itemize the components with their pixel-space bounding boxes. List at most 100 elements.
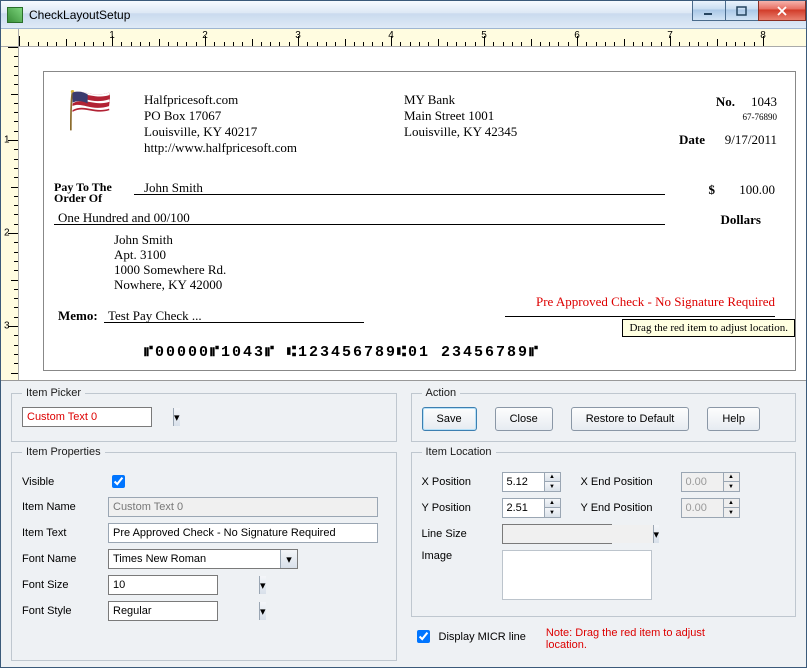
titlebar[interactable]: CheckLayoutSetup — [1, 1, 806, 29]
dollars-label: Dollars — [721, 212, 761, 228]
company-block: Halfpricesoft.com PO Box 17067 Louisvill… — [144, 92, 297, 156]
drag-tooltip: Drag the red item to adjust location. — [622, 319, 795, 337]
display-micr-checkbox-label[interactable]: Display MICR line — [413, 627, 526, 646]
company-addr2: Louisville, KY 40217 — [144, 124, 297, 140]
x-position-input[interactable] — [502, 472, 544, 492]
bank-name: MY Bank — [404, 92, 517, 108]
signature-line — [505, 316, 775, 317]
chevron-down-icon[interactable]: ▾ — [259, 576, 266, 594]
y-position-input[interactable] — [502, 498, 544, 518]
chevron-down-icon[interactable]: ▾ — [280, 550, 297, 568]
restore-default-button[interactable]: Restore to Default — [571, 407, 690, 431]
font-size-combo[interactable]: ▾ — [108, 575, 218, 595]
chevron-down-icon: ▾ — [653, 525, 660, 543]
payee-line — [134, 194, 665, 195]
app-window: CheckLayoutSetup 12345678 1234 — [0, 0, 807, 668]
font-size-label: Font Size — [22, 579, 108, 591]
close-action-button[interactable]: Close — [495, 407, 553, 431]
micr-options-row: Display MICR line Note: Drag the red ite… — [411, 621, 797, 661]
font-size-input[interactable] — [109, 576, 259, 594]
x-end-input — [681, 472, 723, 492]
line-size-input — [503, 525, 653, 543]
chevron-down-icon[interactable]: ▾ — [173, 408, 180, 426]
y-end-input — [681, 498, 723, 518]
item-picker-legend: Item Picker — [22, 387, 85, 399]
y-end-spinner: ▲▼ — [681, 498, 740, 518]
y-position-label: Y Position — [422, 502, 502, 514]
window-title: CheckLayoutSetup — [29, 8, 130, 22]
spin-up-icon[interactable]: ▲ — [545, 499, 560, 508]
action-legend: Action — [422, 387, 461, 399]
company-addr1: PO Box 17067 — [144, 108, 297, 124]
design-canvas[interactable]: Halfpricesoft.com PO Box 17067 Louisvill… — [19, 47, 806, 380]
x-position-label: X Position — [422, 476, 502, 488]
font-style-combo[interactable]: ▾ — [108, 601, 218, 621]
item-location-legend: Item Location — [422, 446, 496, 458]
line-size-label: Line Size — [422, 528, 502, 540]
y-end-label: Y End Position — [581, 502, 681, 514]
chevron-down-icon[interactable]: ▾ — [259, 602, 266, 620]
drag-note: Note: Drag the red item to adjust locati… — [546, 627, 726, 651]
fraction-code: 67-76890 — [743, 112, 778, 122]
company-url: http://www.halfpricesoft.com — [144, 140, 297, 156]
check-number: 1043 — [751, 94, 777, 110]
micr-line: ⑈00000⑈1043⑈ ⑆123456789⑆01 23456789⑈ — [144, 344, 540, 361]
y-position-spinner[interactable]: ▲▼ — [502, 498, 561, 518]
properties-panel: Item Picker ▾ Action Save Close Restore … — [1, 381, 806, 667]
date-label: Date — [679, 132, 705, 148]
bank-addr1: Main Street 1001 — [404, 108, 517, 124]
app-icon — [7, 7, 23, 23]
item-location-group: Item Location X Position ▲▼ X End Positi… — [411, 446, 797, 617]
font-name-label: Font Name — [22, 553, 108, 565]
item-picker-input[interactable] — [23, 408, 173, 426]
signature-text[interactable]: Pre Approved Check - No Signature Requir… — [536, 294, 775, 310]
font-name-combo[interactable]: ▾ — [108, 549, 298, 569]
display-micr-text: Display MICR line — [439, 631, 526, 643]
check-preview[interactable]: Halfpricesoft.com PO Box 17067 Louisvill… — [43, 71, 796, 371]
action-group: Action Save Close Restore to Default Hel… — [411, 387, 797, 442]
item-picker-group: Item Picker ▾ — [11, 387, 397, 442]
line-size-combo: ▾ — [502, 524, 612, 544]
font-style-label: Font Style — [22, 605, 108, 617]
company-name: Halfpricesoft.com — [144, 92, 297, 108]
item-text-field[interactable] — [108, 523, 378, 543]
x-end-spinner: ▲▼ — [681, 472, 740, 492]
item-picker-combo[interactable]: ▾ — [22, 407, 152, 427]
font-style-input[interactable] — [109, 602, 259, 620]
ruler-horizontal: 12345678 — [19, 29, 806, 47]
memo-label: Memo: — [58, 308, 98, 324]
help-button[interactable]: Help — [707, 407, 760, 431]
minimize-button[interactable] — [692, 1, 726, 21]
font-name-input[interactable] — [109, 550, 280, 568]
maximize-button[interactable] — [725, 1, 759, 21]
ruler-vertical: 1234 — [1, 47, 19, 380]
spin-down-icon[interactable]: ▼ — [545, 508, 560, 517]
close-button[interactable] — [758, 1, 806, 21]
save-button[interactable]: Save — [422, 407, 477, 431]
visible-checkbox[interactable] — [112, 475, 125, 488]
item-properties-group: Item Properties Visible Item Name Item T… — [11, 446, 397, 661]
date-value: 9/17/2011 — [725, 132, 777, 148]
design-canvas-area: 12345678 1234 Halfpricesoft.com — [1, 29, 806, 381]
amount-numeric: 100.00 — [739, 182, 775, 198]
item-text-label: Item Text — [22, 527, 108, 539]
display-micr-checkbox[interactable] — [417, 630, 430, 643]
x-end-label: X End Position — [581, 476, 681, 488]
spin-up-icon[interactable]: ▲ — [545, 473, 560, 482]
memo-line — [104, 322, 364, 323]
spin-up-icon: ▲ — [724, 499, 739, 508]
payto-label: Pay To The Order Of — [54, 182, 134, 204]
item-properties-legend: Item Properties — [22, 446, 105, 458]
spin-down-icon[interactable]: ▼ — [545, 482, 560, 491]
x-position-spinner[interactable]: ▲▼ — [502, 472, 561, 492]
image-label: Image — [422, 550, 502, 562]
recipient-block: John Smith Apt. 3100 1000 Somewhere Rd. … — [114, 232, 226, 292]
currency-symbol: $ — [709, 182, 716, 198]
ruler-corner — [1, 29, 19, 47]
amount-words-line — [54, 224, 665, 225]
visible-label: Visible — [22, 476, 108, 488]
bank-block: MY Bank Main Street 1001 Louisville, KY … — [404, 92, 517, 140]
item-name-field — [108, 497, 378, 517]
flag-icon — [64, 90, 118, 132]
spin-up-icon: ▲ — [724, 473, 739, 482]
